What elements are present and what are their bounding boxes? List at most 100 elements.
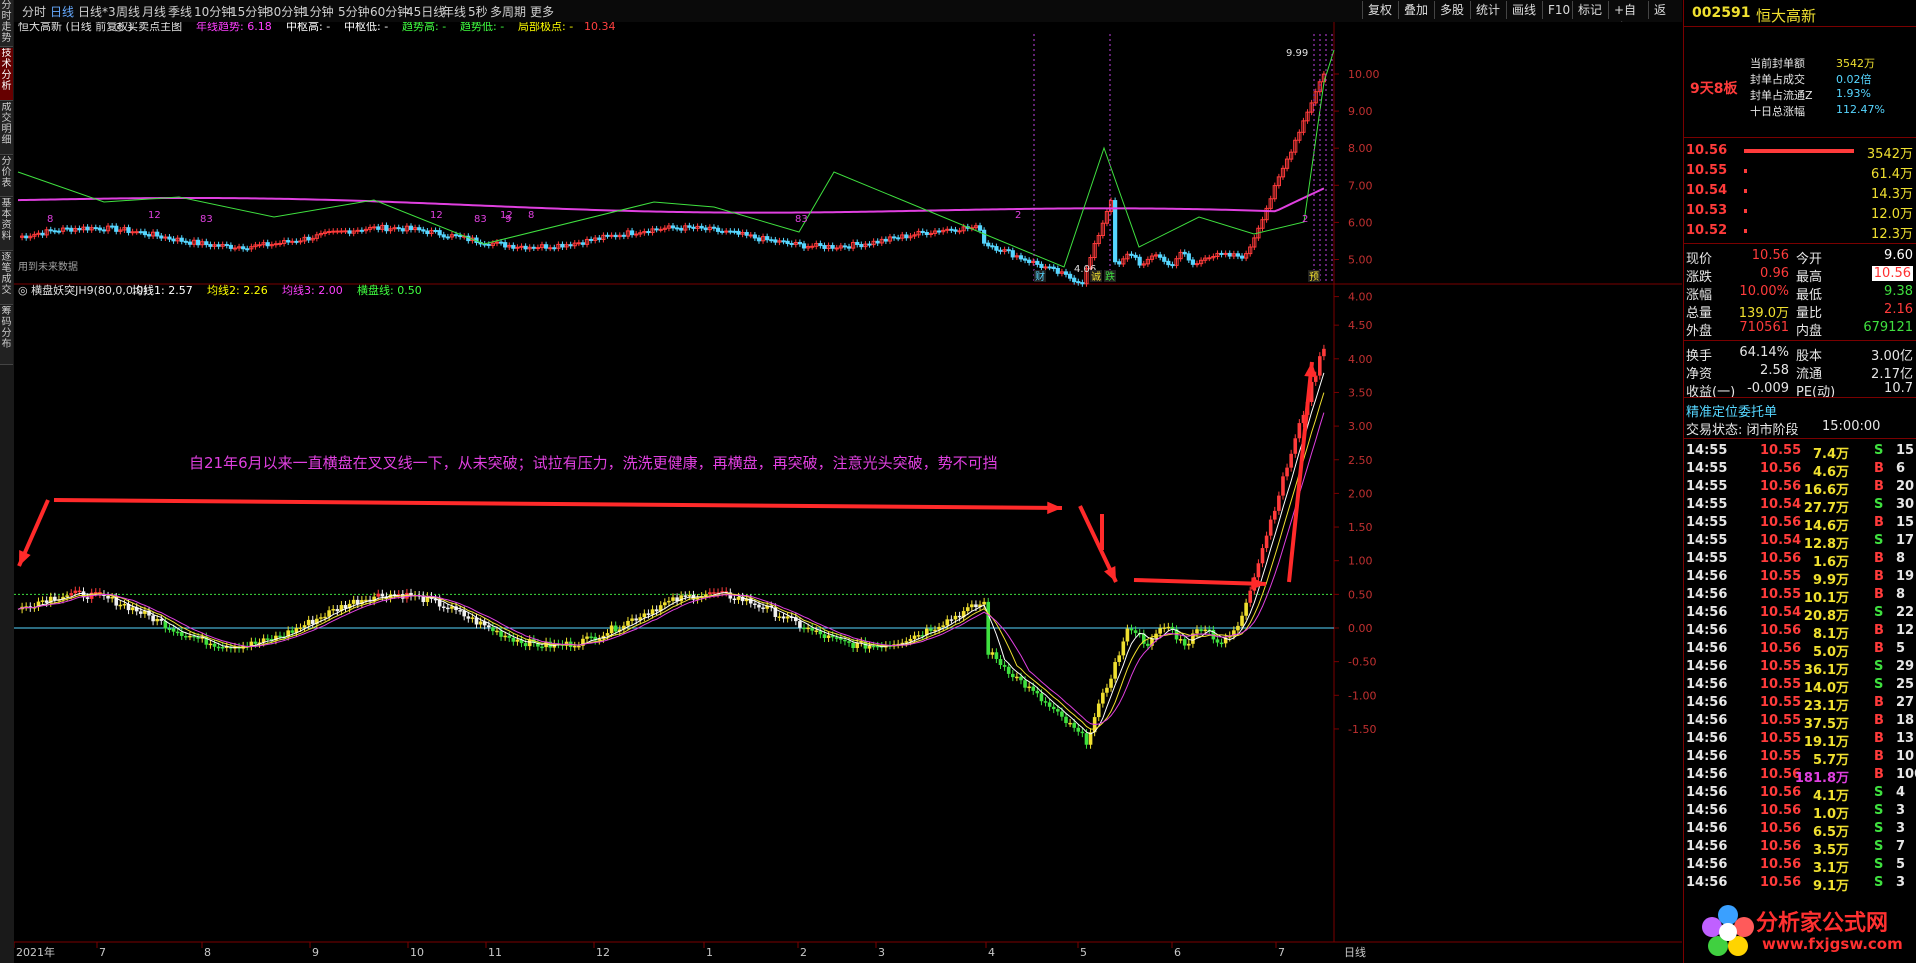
period-tab-11[interactable]: 60分钟	[370, 3, 409, 20]
bid-row-3[interactable]: 10.53 12.0万	[1684, 202, 1916, 222]
period-tab-8[interactable]: 30分钟	[266, 3, 305, 20]
tick-count: 15	[1896, 515, 1915, 530]
tick-price: 10.54	[1760, 533, 1802, 548]
tool-button-0[interactable]: 复权	[1362, 1, 1398, 19]
stat-value: 0.96	[1760, 266, 1789, 281]
tick-time: 14:56	[1686, 641, 1728, 656]
tick-time: 14:56	[1686, 713, 1728, 728]
period-tab-13[interactable]: 年线	[442, 3, 466, 20]
tick-count: 19	[1896, 569, 1915, 584]
sub-ytick-8: 0.50	[1348, 588, 1373, 601]
tick-count: 18	[1896, 713, 1915, 728]
left-tab-2[interactable]: 成交明细	[0, 102, 13, 155]
tick-price: 10.56	[1760, 641, 1802, 656]
main-marker-0: 8	[47, 214, 53, 225]
x-label-10: 4	[988, 946, 995, 959]
share-row-2: 收益(一) -0.009 PE(动) 10.7	[1684, 380, 1916, 400]
period-tab-4[interactable]: 月线	[142, 3, 166, 20]
tick-time: 14:56	[1686, 749, 1728, 764]
trade-state: 交易状态: 闭市阶段	[1686, 423, 1799, 438]
bid-row-0[interactable]: 10.56 3542万	[1684, 142, 1916, 162]
watermark: 分析家公式网 www.fxjgsw.com	[1698, 901, 1908, 961]
tick-row-13: 14:56 10.55 14.0万 S 25	[1684, 676, 1916, 696]
period-tab-6[interactable]: 10分钟	[194, 3, 233, 20]
tick-count: 17	[1896, 533, 1915, 548]
main-marker-10: 2	[1302, 214, 1308, 225]
tool-button-7[interactable]: +自选	[1608, 1, 1648, 35]
bid-bar	[1744, 229, 1747, 233]
sub-ytick-6: 1.50	[1348, 521, 1373, 534]
seal-row-2: 封单占流通Z 1.93%	[1684, 86, 1916, 102]
trade-time: 15:00:00	[1822, 419, 1881, 434]
tick-time: 14:56	[1686, 839, 1728, 854]
stat-value: 9.38	[1884, 284, 1913, 299]
period-tab-14[interactable]: 5秒	[468, 3, 488, 20]
tick-side: S	[1874, 605, 1884, 620]
tick-count: 12	[1896, 623, 1915, 638]
tick-row-4: 14:55 10.56 14.6万 B 15	[1684, 514, 1916, 534]
bid-row-1[interactable]: 10.55 61.4万	[1684, 162, 1916, 182]
kline-chart[interactable]: 恒大高新 (日线 前复权)◎ 买卖点主图 年线趋势: 6.18 中枢高: - 中枢低:…	[14, 22, 1682, 963]
tool-button-2[interactable]: 多股	[1434, 1, 1470, 19]
tool-button-4[interactable]: 画线	[1506, 1, 1542, 19]
left-tab-5[interactable]: 逐笔成交	[0, 252, 13, 305]
tick-count: 30	[1896, 497, 1915, 512]
tick-time: 14:55	[1686, 443, 1728, 458]
tick-side: S	[1874, 785, 1884, 800]
tick-side: B	[1874, 695, 1884, 710]
x-label-7: 1	[706, 946, 713, 959]
tick-time: 14:56	[1686, 767, 1728, 782]
stock-name: 恒大高新	[1756, 7, 1817, 25]
tool-button-3[interactable]: 统计	[1470, 1, 1506, 19]
period-tab-10[interactable]: 5分钟	[338, 3, 370, 20]
tool-button-8[interactable]: 返回	[1648, 1, 1682, 35]
tool-button-5[interactable]: F10	[1542, 1, 1572, 19]
bid-row-4[interactable]: 10.52 12.3万	[1684, 222, 1916, 242]
period-tab-2[interactable]: 日线*3	[78, 3, 116, 20]
period-tab-3[interactable]: 周线	[116, 3, 140, 20]
bid-bar	[1744, 149, 1854, 153]
tool-button-6[interactable]: 标记	[1572, 1, 1608, 19]
left-tab-0[interactable]: 分时走势	[0, 0, 13, 47]
signal-label-2: 跌	[1105, 270, 1115, 283]
share-value: 2.58	[1760, 363, 1789, 378]
tick-time: 14:55	[1686, 533, 1728, 548]
left-tab-3[interactable]: 分价表	[0, 156, 13, 197]
bid-row-2[interactable]: 10.54 14.3万	[1684, 182, 1916, 202]
left-tab-6[interactable]: 筹码分布	[0, 306, 13, 365]
period-toolbar: 分时 日线 日线*3 周线 月线 季线 10分钟 15分钟 30分钟 1分钟 5分钟 60分钟 45日线…	[14, 0, 1682, 35]
watermark-url: www.fxjgsw.com	[1762, 935, 1903, 953]
tick-count: 3	[1896, 803, 1906, 818]
bid-bar	[1744, 169, 1747, 173]
period-tab-5[interactable]: 季线	[168, 3, 192, 20]
left-tab-4[interactable]: 基本资料	[0, 198, 13, 251]
stat-row-4: 外盘 710561 内盘 679121	[1684, 319, 1916, 339]
period-tab-16[interactable]: 更多	[530, 3, 554, 20]
signal-label-3: 预	[1309, 271, 1319, 283]
tick-side: B	[1874, 641, 1884, 656]
tick-row-24: 14:56 10.56 9.1万 S 3	[1684, 874, 1916, 894]
tick-price: 10.56	[1760, 875, 1802, 890]
seal-value: 112.47%	[1836, 103, 1885, 116]
x-label-5: 11	[488, 946, 502, 959]
tick-count: 13	[1896, 731, 1915, 746]
tick-count: 5	[1896, 857, 1906, 872]
period-tab-12[interactable]: 45日线	[406, 3, 445, 20]
left-tab-1[interactable]: 技术分析	[0, 48, 13, 101]
chart-annotation: 自21年6月以来一直横盘在叉叉线一下，从未突破；试拉有压力，洗洗更健康，再横盘，…	[189, 454, 998, 472]
seal-value: 3542万	[1836, 57, 1875, 70]
period-tab-7[interactable]: 15分钟	[230, 3, 269, 20]
main-marker-6: 9	[505, 214, 511, 225]
bid-price: 10.54	[1686, 183, 1728, 198]
trade-state-row: 交易状态: 闭市阶段 15:00:00	[1684, 418, 1916, 438]
bid-volume: 14.3万	[1871, 187, 1913, 202]
period-tab-0[interactable]: 分时	[22, 3, 46, 20]
tool-button-1[interactable]: 叠加	[1398, 1, 1434, 19]
stat-value: 9.60	[1884, 248, 1913, 263]
period-tab-9[interactable]: 1分钟	[302, 3, 334, 20]
period-tab-15[interactable]: 多周期	[490, 3, 526, 20]
x-label-12: 6	[1174, 946, 1181, 959]
bid-volume: 12.0万	[1871, 207, 1913, 222]
tick-count: 15	[1896, 443, 1915, 458]
period-tab-1[interactable]: 日线	[50, 3, 74, 20]
